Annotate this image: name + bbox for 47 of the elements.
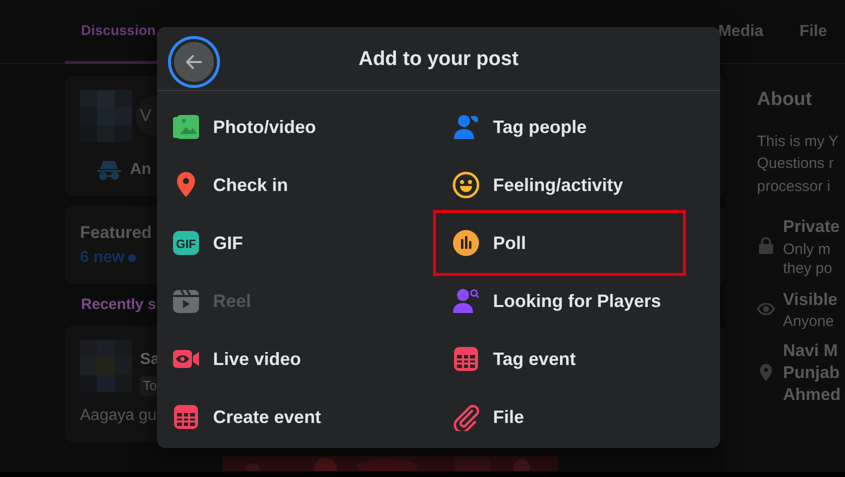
fact-title: Private (783, 216, 840, 238)
smiley-icon (452, 171, 480, 199)
menu-item[interactable]: Photo/video (157, 98, 437, 156)
section-title: Recently s (81, 294, 156, 314)
person-search-icon (452, 287, 480, 315)
dialog-title: Add to your post (358, 46, 518, 72)
post-text: Aagaya gu (80, 406, 157, 426)
clapperboard-icon (172, 287, 200, 315)
fact-line: Navi M (783, 340, 839, 362)
anonymous-label: An (130, 160, 152, 180)
menu-item[interactable]: Tag event (437, 330, 682, 388)
fact-line: Punjab (783, 362, 841, 384)
back-button[interactable] (171, 39, 217, 85)
incognito-icon (96, 159, 122, 181)
section-title: About (757, 88, 813, 112)
description-line: Questions r (757, 154, 835, 174)
dot-icon (128, 254, 136, 262)
calendar-icon (172, 403, 200, 431)
back-arrow-icon (184, 52, 204, 72)
poll-icon (452, 229, 480, 257)
calendar-icon (452, 345, 480, 373)
paperclip-icon (452, 403, 480, 431)
lock-icon (757, 236, 775, 256)
fact-line: they po (783, 259, 834, 278)
fact-line: Anyone (783, 312, 835, 332)
description-line: processor i (757, 176, 832, 196)
menu-item[interactable]: Looking for Players (437, 272, 682, 330)
new-count: 6 new (80, 248, 124, 268)
fact-line: Ahmed (783, 384, 841, 406)
avatar (80, 340, 132, 392)
menu-item[interactable]: Check in (157, 156, 437, 214)
fact-line: Only m (783, 240, 832, 259)
menu-item[interactable]: Live video (157, 330, 437, 388)
photo-icon (172, 113, 200, 141)
menu-item[interactable]: File (437, 388, 682, 446)
gif-icon: GIF (172, 229, 200, 257)
menu-item[interactable]: GIF GIF (157, 214, 437, 272)
menu-item[interactable]: Feeling/activity (437, 156, 682, 214)
section-title: Featured (80, 222, 152, 244)
person-tag-icon (452, 113, 480, 141)
menu-item[interactable]: Create event (157, 388, 437, 446)
description-line: This is my Y (757, 132, 840, 152)
menu-item[interactable]: Tag people (437, 98, 682, 156)
location-icon (757, 362, 775, 383)
avatar (80, 90, 132, 142)
menu-item[interactable]: Poll (437, 214, 682, 272)
fact-title: Visible (783, 288, 838, 310)
